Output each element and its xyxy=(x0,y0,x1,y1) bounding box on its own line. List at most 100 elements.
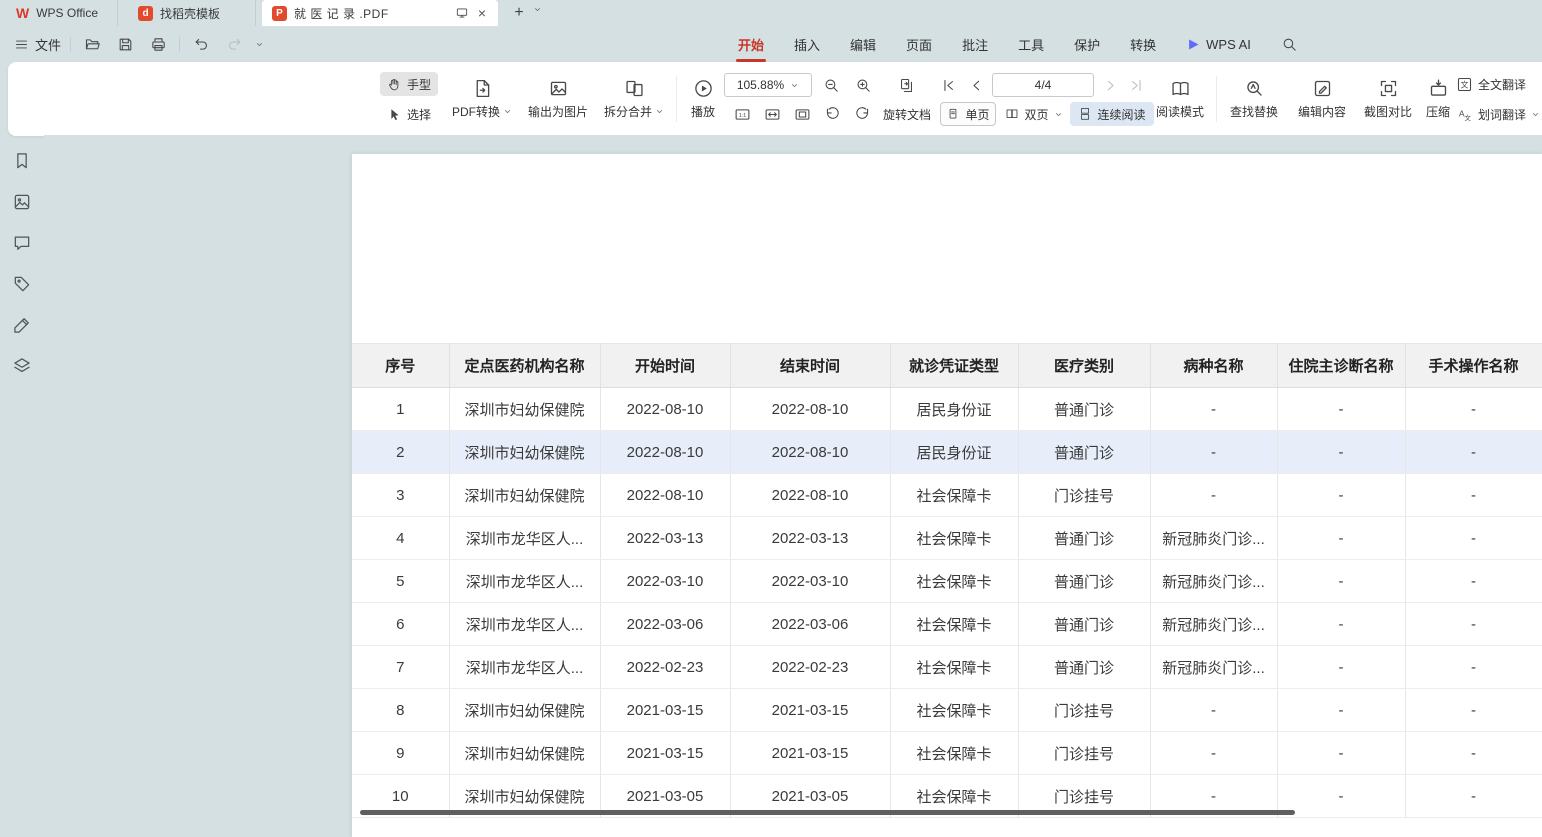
tab-docer-templates[interactable]: d 找稻壳模板 xyxy=(128,0,256,26)
table-cell: - xyxy=(1405,603,1542,646)
print-button[interactable] xyxy=(146,32,170,56)
double-page-button[interactable]: 双页 xyxy=(1002,102,1066,126)
quick-access-bar xyxy=(70,26,264,62)
table-row: 3深圳市妇幼保健院2022-08-102022-08-10社会保障卡门诊挂号--… xyxy=(352,474,1542,517)
table-cell: 2022-08-10 xyxy=(730,474,890,517)
document-viewport[interactable]: 序号定点医药机构名称开始时间结束时间就诊凭证类型医疗类别病种名称住院主诊断名称手… xyxy=(44,135,1542,837)
pdf-convert-icon xyxy=(472,78,493,99)
thumbnail-icon[interactable] xyxy=(12,192,32,212)
fit-page-button[interactable] xyxy=(790,103,814,125)
table-cell: 2021-03-15 xyxy=(730,689,890,732)
bookmark-icon[interactable] xyxy=(12,151,32,171)
zoom-out-button[interactable] xyxy=(818,73,844,97)
pdf-convert-button[interactable]: PDF转换 xyxy=(446,69,518,129)
edit-content-label: 编辑内容 xyxy=(1298,103,1346,120)
tab-close-icon[interactable]: × xyxy=(476,6,488,20)
table-row: 9深圳市妇幼保健院2021-03-152021-03-15社会保障卡门诊挂号--… xyxy=(352,732,1542,775)
tab-list-chevron-icon[interactable] xyxy=(533,5,542,14)
single-page-button[interactable]: 单页 xyxy=(940,102,996,126)
last-page-button[interactable] xyxy=(1124,73,1148,97)
hand-tool-button[interactable]: 手型 xyxy=(380,72,438,96)
ribbon-tab-保护[interactable]: 保护 xyxy=(1074,26,1100,62)
page-indicator-input[interactable]: 4/4 xyxy=(992,73,1094,97)
table-cell: 社会保障卡 xyxy=(890,517,1018,560)
screenshot-compare-button[interactable]: 截图对比 xyxy=(1356,69,1420,129)
zoom-combobox[interactable]: 105.88% xyxy=(724,73,812,97)
tab-wps-home[interactable]: W WPS Office xyxy=(6,0,118,26)
new-tab-button[interactable]: + xyxy=(508,2,530,24)
first-page-button[interactable] xyxy=(936,73,960,97)
tag-icon[interactable] xyxy=(12,274,32,294)
signature-icon[interactable] xyxy=(12,315,32,335)
table-cell: - xyxy=(1150,732,1277,775)
export-image-button[interactable]: 输出为图片 xyxy=(520,69,596,129)
table-cell: - xyxy=(1405,646,1542,689)
table-cell: 2022-03-06 xyxy=(600,603,730,646)
window-tab-bar: W WPS Office d 找稻壳模板 P 就 医 记 录 .PDF × + xyxy=(0,0,1542,26)
read-mode-button[interactable]: 阅读模式 xyxy=(1150,69,1210,129)
split-merge-button[interactable]: 拆分合并 xyxy=(596,69,672,129)
ribbon-tab-批注[interactable]: 批注 xyxy=(962,26,988,62)
compress-icon xyxy=(1428,78,1449,99)
chevron-down-icon xyxy=(655,107,664,116)
hand-icon xyxy=(387,77,402,92)
select-tool-button[interactable]: 选择 xyxy=(380,102,438,126)
table-cell: 新冠肺炎门诊... xyxy=(1150,560,1277,603)
pdf-toolbar: 手型 选择 PDF转换 输出为图片 拆分合并 播放 105.88% 4/4 xyxy=(8,62,1542,136)
table-cell: 2022-08-10 xyxy=(600,474,730,517)
table-cell: - xyxy=(1405,732,1542,775)
table-cell: 深圳市龙华区人... xyxy=(449,646,600,689)
table-cell: 深圳市妇幼保健院 xyxy=(449,732,600,775)
history-chevron-icon[interactable] xyxy=(255,40,264,49)
word-translate-button[interactable]: A文 划词翻译 xyxy=(1456,102,1540,126)
ribbon-tab-插入[interactable]: 插入 xyxy=(794,26,820,62)
file-menu-button[interactable]: 文件 xyxy=(10,26,65,62)
fit-width-button[interactable] xyxy=(760,103,784,125)
tab-window-icon[interactable] xyxy=(455,6,469,20)
actual-size-button[interactable]: 1:1 xyxy=(730,103,754,125)
continuous-read-button[interactable]: 连续阅读 xyxy=(1070,102,1154,126)
pdf-convert-label: PDF转换 xyxy=(452,103,500,120)
compress-button[interactable]: 压缩 xyxy=(1416,69,1460,129)
table-header-cell: 定点医药机构名称 xyxy=(449,344,600,388)
wps-ai-button[interactable]: WPS AI xyxy=(1186,37,1251,52)
edit-content-button[interactable]: 编辑内容 xyxy=(1290,69,1354,129)
table-cell: 2022-03-10 xyxy=(730,560,890,603)
zoom-in-button[interactable] xyxy=(850,73,876,97)
ribbon-tab-页面[interactable]: 页面 xyxy=(906,26,932,62)
record-table: 序号定点医药机构名称开始时间结束时间就诊凭证类型医疗类别病种名称住院主诊断名称手… xyxy=(352,343,1542,818)
tab-document[interactable]: P 就 医 记 录 .PDF × xyxy=(262,0,498,26)
full-translate-button[interactable]: 文 全文翻译 xyxy=(1456,72,1526,96)
save-button[interactable] xyxy=(113,32,137,56)
page-flip-button[interactable] xyxy=(892,73,920,97)
layers-icon[interactable] xyxy=(12,356,32,376)
ribbon-tab-开始[interactable]: 开始 xyxy=(738,26,764,62)
ribbon-search-icon[interactable] xyxy=(1281,36,1298,53)
rotate-left-button[interactable] xyxy=(820,103,844,125)
document-title: 就 医 记 录 .PDF xyxy=(294,5,448,22)
table-cell: 2021-03-15 xyxy=(600,689,730,732)
ribbon-tab-工具[interactable]: 工具 xyxy=(1018,26,1044,62)
table-row: 2深圳市妇幼保健院2022-08-102022-08-10居民身份证普通门诊--… xyxy=(352,431,1542,474)
open-file-button[interactable] xyxy=(80,32,104,56)
rotate-doc-button[interactable]: 旋转文档 xyxy=(878,102,936,126)
divider xyxy=(1216,76,1217,122)
divider xyxy=(179,37,180,52)
find-replace-button[interactable]: 查找替换 xyxy=(1222,69,1286,129)
table-cell: - xyxy=(1405,388,1542,431)
rotate-right-button[interactable] xyxy=(850,103,874,125)
play-button[interactable]: 播放 xyxy=(680,69,726,129)
ribbon-tab-转换[interactable]: 转换 xyxy=(1130,26,1156,62)
next-page-button[interactable] xyxy=(1098,73,1122,97)
undo-button[interactable] xyxy=(189,32,213,56)
ribbon-tabs-generated: 开始插入编辑页面批注工具保护转换 xyxy=(738,26,1156,62)
svg-text:文: 文 xyxy=(1465,113,1472,122)
undo-icon xyxy=(193,36,210,53)
table-cell: 2022-03-13 xyxy=(730,517,890,560)
comment-icon[interactable] xyxy=(12,233,32,253)
table-cell: 居民身份证 xyxy=(890,388,1018,431)
redo-button[interactable] xyxy=(222,32,246,56)
horizontal-scrollbar[interactable] xyxy=(360,810,1295,815)
ribbon-tab-编辑[interactable]: 编辑 xyxy=(850,26,876,62)
prev-page-button[interactable] xyxy=(964,73,988,97)
